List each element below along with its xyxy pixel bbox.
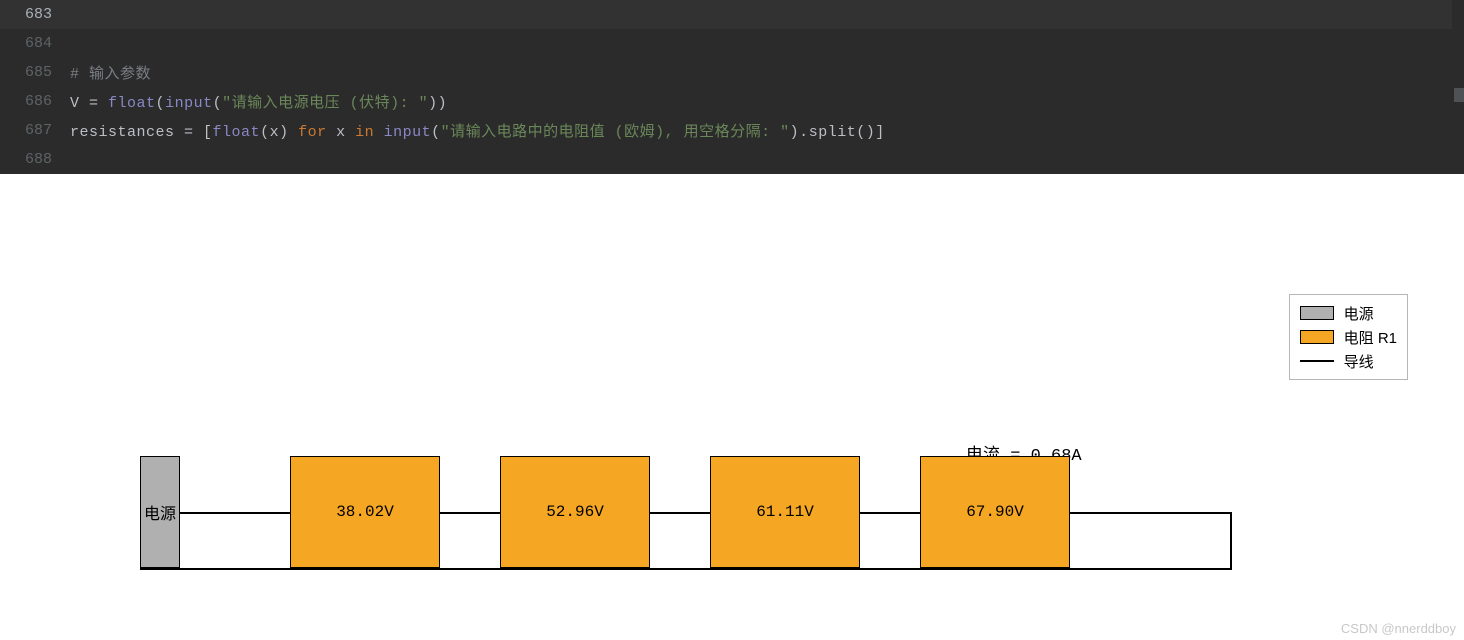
code-line[interactable]: 686V = float(input("请输入电源电压 (伏特): ")) bbox=[0, 87, 1464, 116]
editor-minimap bbox=[1452, 0, 1464, 162]
legend-entry: 电源 bbox=[1300, 301, 1397, 325]
wire bbox=[650, 512, 710, 514]
code-content[interactable]: V = float(input("请输入电源电压 (伏特): ")) bbox=[70, 91, 1464, 112]
wire bbox=[860, 512, 920, 514]
wire bbox=[440, 512, 500, 514]
resistor-block: 61.11V bbox=[710, 456, 860, 568]
line-number: 688 bbox=[0, 151, 70, 168]
wire bbox=[1070, 512, 1230, 514]
wire bbox=[140, 568, 1232, 570]
code-content[interactable]: resistances = [float(x) for x in input("… bbox=[70, 120, 1464, 141]
code-line[interactable]: 685# 输入参数 bbox=[0, 58, 1464, 87]
orange-swatch-icon bbox=[1300, 330, 1334, 344]
grey-swatch-icon bbox=[1300, 306, 1334, 320]
editor-scroll-marker[interactable] bbox=[1454, 88, 1464, 102]
legend-label: 导线 bbox=[1344, 351, 1374, 372]
line-number: 684 bbox=[0, 35, 70, 52]
code-line[interactable]: 683 bbox=[0, 0, 1464, 29]
watermark: CSDN @nnerddboy bbox=[1341, 621, 1456, 636]
code-line[interactable]: 688 bbox=[0, 145, 1464, 174]
code-content[interactable]: # 输入参数 bbox=[70, 62, 1464, 83]
line-number: 686 bbox=[0, 93, 70, 110]
wire bbox=[1230, 512, 1232, 570]
resistor-block: 52.96V bbox=[500, 456, 650, 568]
figure-panel: 电源电阻 R1导线 电流 = 0.68A 电源38.02V52.96V61.11… bbox=[0, 174, 1464, 640]
resistor-block: 38.02V bbox=[290, 456, 440, 568]
wire bbox=[180, 512, 290, 514]
line-icon bbox=[1300, 360, 1334, 362]
code-line[interactable]: 687resistances = [float(x) for x in inpu… bbox=[0, 116, 1464, 145]
chart-legend: 电源电阻 R1 导线 bbox=[1289, 294, 1408, 380]
resistor-block: 67.90V bbox=[920, 456, 1070, 568]
code-editor[interactable]: 683684685# 输入参数686V = float(input("请输入电源… bbox=[0, 0, 1464, 174]
legend-entry: 电阻 R1 bbox=[1300, 325, 1397, 349]
code-line[interactable]: 684 bbox=[0, 29, 1464, 58]
legend-label: 电阻 R1 bbox=[1344, 327, 1397, 348]
line-number: 683 bbox=[0, 6, 70, 23]
line-number: 685 bbox=[0, 64, 70, 81]
legend-label: 电源 bbox=[1344, 303, 1374, 324]
line-number: 687 bbox=[0, 122, 70, 139]
circuit-diagram: 电源 38.02V 52.96V 61.11V 67.90V bbox=[140, 456, 1290, 596]
power-source-block: 电源 bbox=[140, 456, 180, 568]
legend-entry: 导线 bbox=[1300, 349, 1397, 373]
